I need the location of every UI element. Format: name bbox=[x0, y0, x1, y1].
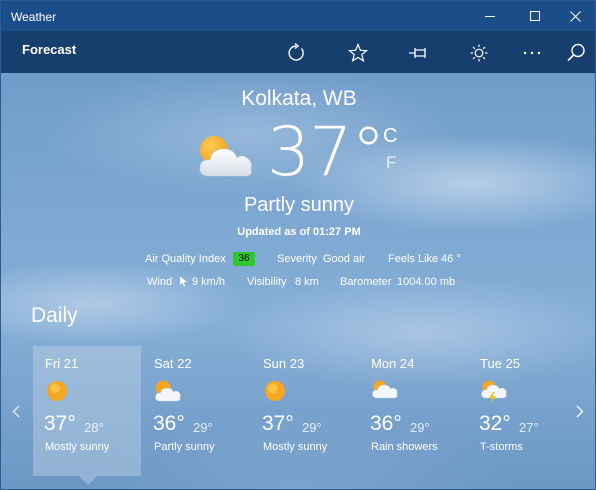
search-icon bbox=[567, 43, 585, 62]
day-high: 32° bbox=[479, 412, 511, 435]
title-bar: Weather bbox=[1, 1, 595, 31]
search-button[interactable] bbox=[561, 39, 591, 67]
day-high: 36° bbox=[370, 412, 402, 435]
aqi-badge[interactable]: 36 bbox=[233, 252, 255, 266]
day-condition: Partly sunny bbox=[154, 441, 215, 453]
favorite-button[interactable] bbox=[343, 39, 373, 67]
celsius-toggle[interactable]: C bbox=[383, 125, 397, 148]
day-condition: T-storms bbox=[480, 441, 523, 453]
star-icon bbox=[348, 43, 368, 63]
minimize-button[interactable] bbox=[467, 1, 513, 31]
pin-icon bbox=[409, 48, 426, 58]
chevron-left-icon bbox=[12, 405, 20, 418]
severity-label: Severity bbox=[277, 253, 317, 265]
partly-sunny-icon bbox=[155, 380, 181, 402]
updated-time: Updated as of 01:27 PM bbox=[237, 226, 361, 238]
selected-day-caret bbox=[79, 476, 97, 485]
minimize-icon bbox=[485, 15, 495, 17]
partly-sunny-icon bbox=[195, 132, 255, 180]
barometer-label: Barometer bbox=[340, 276, 392, 288]
aqi-label: Air Quality Index bbox=[145, 253, 226, 265]
day-name: Sat 22 bbox=[154, 356, 192, 371]
sun-icon bbox=[47, 381, 67, 401]
day-name: Mon 24 bbox=[371, 356, 415, 371]
current-condition: Partly sunny bbox=[243, 194, 355, 216]
severity-value: Good air bbox=[323, 253, 366, 265]
close-button[interactable] bbox=[552, 1, 595, 31]
day-high: 37° bbox=[262, 412, 294, 435]
day-low: 29° bbox=[193, 420, 213, 435]
day-high: 36° bbox=[153, 412, 185, 435]
refresh-button[interactable] bbox=[281, 39, 311, 67]
wind-direction-icon bbox=[180, 276, 187, 287]
window-title: Weather bbox=[11, 10, 57, 24]
visibility-value: 8 km bbox=[295, 276, 319, 288]
day-high: 37° bbox=[44, 412, 76, 435]
pin-button[interactable] bbox=[404, 39, 434, 67]
section-title: Forecast bbox=[22, 42, 77, 57]
maximize-icon bbox=[530, 11, 540, 21]
day-condition: Rain showers bbox=[371, 441, 438, 453]
feels-like-value: 46 ° bbox=[441, 253, 461, 265]
visibility-label: Visibility bbox=[247, 276, 287, 288]
daily-next-arrow[interactable] bbox=[576, 405, 584, 423]
thunderstorm-icon bbox=[481, 380, 507, 403]
close-icon bbox=[569, 10, 581, 22]
city-name: Kolkata, WB bbox=[241, 87, 357, 110]
settings-button[interactable] bbox=[464, 39, 494, 67]
wind-label: Wind bbox=[147, 276, 173, 288]
more-icon bbox=[523, 51, 541, 55]
day-name: Fri 21 bbox=[45, 356, 79, 371]
day-card-mon[interactable]: Mon 24 36° 29° Rain showers bbox=[359, 346, 467, 476]
day-name: Tue 25 bbox=[480, 356, 520, 371]
day-condition: Mostly sunny bbox=[263, 441, 328, 453]
app-header: Forecast bbox=[1, 31, 595, 73]
daily-heading: Daily bbox=[31, 304, 78, 327]
day-card-fri[interactable]: Fri 21 37° 28° Mostly sunny bbox=[33, 346, 141, 476]
day-card-tue[interactable]: Tue 25 32° 27° T-storms bbox=[468, 346, 576, 476]
day-card-sat[interactable]: Sat 22 36° 29° Partly sunny bbox=[142, 346, 250, 476]
weather-window: Weather Forecast Kolkata, WB 37° C F Par… bbox=[0, 0, 596, 490]
wind-value: 9 km/h bbox=[192, 276, 226, 288]
barometer-value: 1004.00 mb bbox=[397, 276, 456, 288]
rain-showers-icon bbox=[372, 380, 398, 403]
current-temperature: 37° bbox=[267, 113, 386, 192]
day-condition: Mostly sunny bbox=[45, 441, 110, 453]
sun-icon bbox=[265, 381, 285, 401]
day-low: 29° bbox=[410, 420, 430, 435]
daily-prev-arrow[interactable] bbox=[12, 405, 20, 423]
fahrenheit-toggle[interactable]: F bbox=[386, 153, 396, 173]
day-low: 29° bbox=[302, 420, 322, 435]
day-low: 27° bbox=[519, 420, 539, 435]
chevron-right-icon bbox=[576, 405, 584, 418]
day-low: 28° bbox=[84, 420, 104, 435]
sun-settings-icon bbox=[470, 44, 488, 62]
feels-like-label: Feels Like bbox=[388, 253, 439, 265]
day-card-sun[interactable]: Sun 23 37° 29° Mostly sunny bbox=[251, 346, 359, 476]
more-options-button[interactable] bbox=[517, 39, 547, 67]
refresh-icon bbox=[288, 43, 304, 61]
day-name: Sun 23 bbox=[263, 356, 305, 371]
